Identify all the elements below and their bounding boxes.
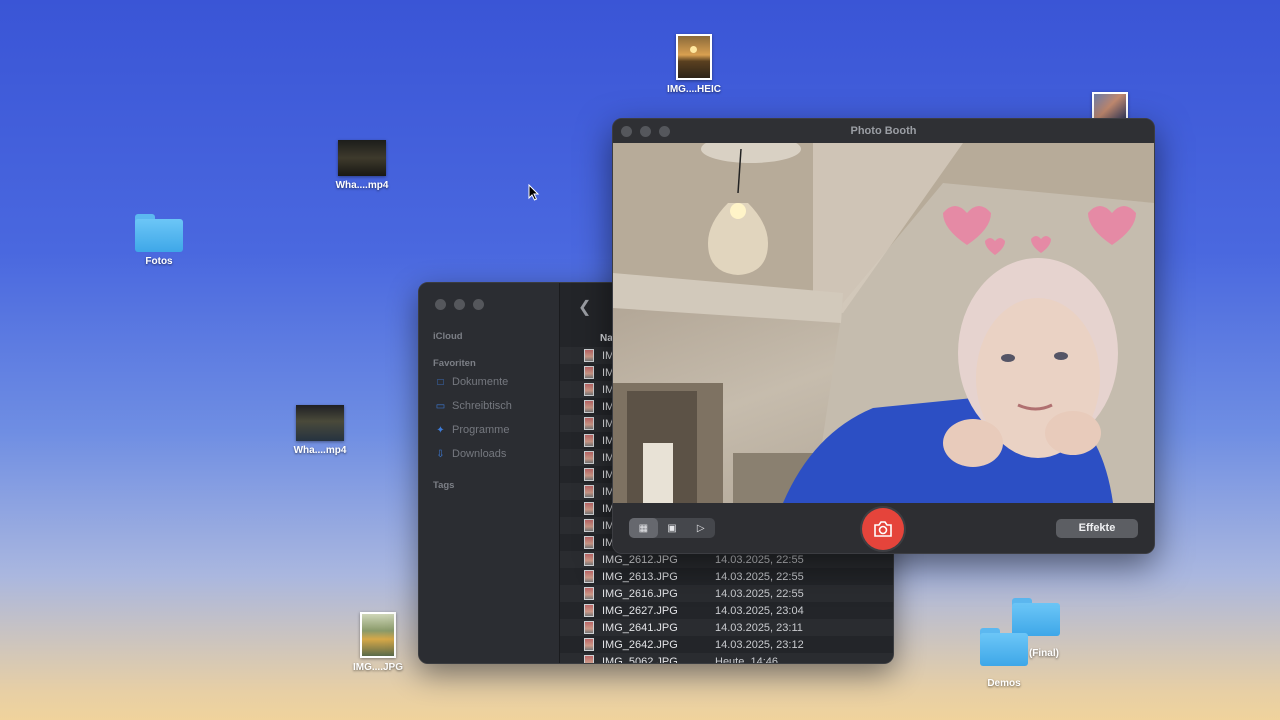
file-name: IMG_2613.JPG (602, 570, 678, 583)
file-name: IMG_2627.JPG (602, 604, 678, 617)
video-thumbnail (296, 405, 344, 441)
file-name: IMG_2616.JPG (602, 587, 678, 600)
desktop-icon-image-partial[interactable] (1055, 92, 1165, 120)
sidebar-item-label: Dokumente (452, 376, 509, 388)
image-file-icon (584, 349, 594, 362)
desktop-icon-demos-folder[interactable]: Demos (949, 628, 1059, 689)
column-header-name[interactable]: Na (600, 333, 613, 344)
camera-icon (874, 521, 892, 537)
table-row[interactable]: IMG_5062.JPG Heute, 14:46 (560, 653, 893, 664)
desktop-icon-fotos-folder[interactable]: Fotos (104, 214, 214, 267)
image-thumbnail (1092, 92, 1128, 120)
image-file-icon (584, 400, 594, 413)
desktop-icon-label: IMG....HEIC (667, 84, 721, 95)
portrait-icon[interactable]: ▣ (658, 518, 687, 538)
minimize-button[interactable] (640, 126, 651, 137)
file-date: 14.03.2025, 22:55 (715, 570, 804, 583)
desktop-icon-label: Wha....mp4 (335, 180, 389, 191)
file-date: 14.03.2025, 22:55 (715, 587, 804, 600)
image-file-icon (584, 468, 594, 481)
desktop-icon-video-1[interactable]: Wha....mp4 (307, 140, 417, 191)
minimize-button[interactable] (454, 299, 465, 310)
image-file-icon (584, 485, 594, 498)
image-file-icon (584, 366, 594, 379)
file-date: 14.03.2025, 23:04 (715, 604, 804, 617)
video-thumbnail (338, 140, 386, 176)
shutter-button[interactable] (862, 508, 904, 550)
desktop-icon-label: Fotos (145, 256, 173, 267)
sidebar-section-icloud[interactable]: iCloud (433, 331, 463, 342)
downloads-icon: ⇩ (436, 448, 445, 460)
zoom-button[interactable] (659, 126, 670, 137)
image-file-icon (584, 587, 594, 600)
file-date: 14.03.2025, 22:55 (715, 553, 804, 566)
window-title: Photo Booth (613, 119, 1154, 143)
image-file-icon (584, 536, 594, 549)
image-file-icon (584, 451, 594, 464)
file-name: IMG_5062.JPG (602, 655, 678, 664)
table-row[interactable]: IMG_2613.JPG 14.03.2025, 22:55 (560, 568, 893, 585)
sidebar-item-dokumente[interactable]: □ Dokumente (435, 376, 508, 388)
image-file-icon (584, 434, 594, 447)
finder-sidebar: iCloud Favoriten □ Dokumente ▭ Schreibti… (419, 283, 560, 663)
image-file-icon (584, 621, 594, 634)
table-row[interactable]: IMG_2627.JPG 14.03.2025, 23:04 (560, 602, 893, 619)
photobooth-window[interactable]: Photo Booth ▦ ▣ ▷ Effekte (612, 118, 1155, 554)
file-date: 14.03.2025, 23:12 (715, 638, 804, 651)
image-file-icon (584, 502, 594, 515)
sidebar-item-label: Programme (452, 424, 510, 436)
sidebar-item-label: Downloads (452, 448, 507, 460)
photobooth-toolbar: ▦ ▣ ▷ Effekte (613, 503, 1154, 553)
image-file-icon (584, 604, 594, 617)
video-icon[interactable]: ▷ (686, 518, 715, 538)
folder-icon (980, 628, 1028, 666)
camera-scene (613, 143, 1154, 503)
file-name: IMG_2641.JPG (602, 621, 678, 634)
zoom-button[interactable] (473, 299, 484, 310)
folder-icon (135, 214, 183, 252)
image-file-icon (584, 417, 594, 430)
sidebar-section-favorites: Favoriten (433, 358, 476, 369)
view-mode-selector[interactable]: ▦ ▣ ▷ (629, 518, 715, 538)
close-button[interactable] (621, 126, 632, 137)
sidebar-item-label: Schreibtisch (452, 400, 512, 412)
file-date: Heute, 14:46 (715, 655, 778, 664)
image-file-icon (584, 383, 594, 396)
camera-preview (613, 143, 1154, 503)
window-title-text: Photo Booth (850, 125, 917, 137)
window-controls[interactable] (621, 126, 670, 137)
desktop-icon-label: Demos (987, 678, 1021, 689)
image-thumbnail (360, 612, 396, 658)
image-file-icon (584, 655, 594, 663)
sidebar-item-downloads[interactable]: ⇩ Downloads (435, 448, 506, 460)
desktop-icon-jpg[interactable]: IMG....JPG (323, 612, 433, 673)
sidebar-item-programme[interactable]: ✦ Programme (435, 424, 509, 436)
desktop-icon-video-2[interactable]: Wha....mp4 (265, 405, 375, 456)
table-row[interactable]: IMG_2616.JPG 14.03.2025, 22:55 (560, 585, 893, 602)
image-file-icon (584, 570, 594, 583)
document-icon: □ (437, 376, 444, 388)
desktop-icon-heic[interactable]: IMG....HEIC (639, 34, 749, 95)
file-name: IMG_2642.JPG (602, 638, 678, 651)
image-file-icon (584, 553, 594, 566)
image-file-icon (584, 519, 594, 532)
image-file-icon (584, 638, 594, 651)
table-row[interactable]: IMG_2642.JPG 14.03.2025, 23:12 (560, 636, 893, 653)
file-date: 14.03.2025, 23:11 (715, 621, 803, 634)
sidebar-item-schreibtisch[interactable]: ▭ Schreibtisch (435, 400, 512, 412)
file-name: IMG_2612.JPG (602, 553, 678, 566)
effects-button[interactable]: Effekte (1056, 519, 1138, 538)
desktop-icon: ▭ (435, 400, 446, 412)
sidebar-section-tags: Tags (433, 480, 455, 491)
desktop-icon-label: Wha....mp4 (293, 445, 347, 456)
grid-icon[interactable]: ▦ (629, 518, 658, 538)
table-row[interactable]: IMG_2641.JPG 14.03.2025, 23:11 (560, 619, 893, 636)
desktop-icon-label: IMG....JPG (352, 662, 403, 673)
chevron-left-icon[interactable]: ❮ (578, 297, 591, 317)
image-thumbnail (676, 34, 712, 80)
applications-icon: ✦ (436, 424, 445, 436)
window-controls[interactable] (435, 299, 484, 310)
close-button[interactable] (435, 299, 446, 310)
mouse-cursor-icon (528, 184, 540, 201)
